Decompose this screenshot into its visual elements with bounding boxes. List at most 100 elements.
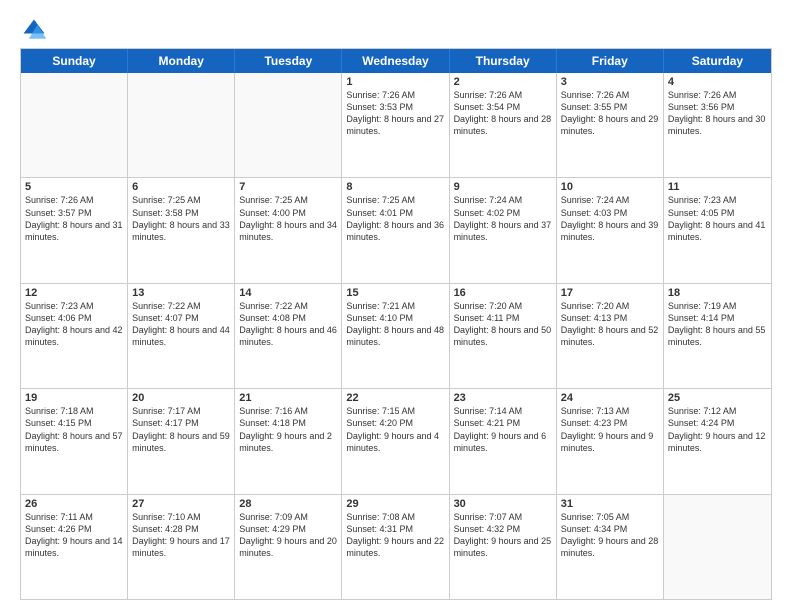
day-cell: 7Sunrise: 7:25 AM Sunset: 4:00 PM Daylig… (235, 178, 342, 282)
day-cell: 3Sunrise: 7:26 AM Sunset: 3:55 PM Daylig… (557, 73, 664, 177)
week-row-2: 12Sunrise: 7:23 AM Sunset: 4:06 PM Dayli… (21, 283, 771, 388)
day-number: 5 (25, 181, 123, 193)
day-number: 19 (25, 392, 123, 404)
day-cell: 14Sunrise: 7:22 AM Sunset: 4:08 PM Dayli… (235, 284, 342, 388)
day-header-friday: Friday (557, 49, 664, 73)
day-number: 9 (454, 181, 552, 193)
week-row-0: 1Sunrise: 7:26 AM Sunset: 3:53 PM Daylig… (21, 73, 771, 177)
day-cell: 4Sunrise: 7:26 AM Sunset: 3:56 PM Daylig… (664, 73, 771, 177)
page-header (20, 16, 772, 44)
day-number: 11 (668, 181, 767, 193)
day-cell (235, 73, 342, 177)
day-cell: 28Sunrise: 7:09 AM Sunset: 4:29 PM Dayli… (235, 495, 342, 599)
day-info: Sunrise: 7:22 AM Sunset: 4:08 PM Dayligh… (239, 300, 337, 349)
week-row-1: 5Sunrise: 7:26 AM Sunset: 3:57 PM Daylig… (21, 177, 771, 282)
logo (20, 16, 52, 44)
day-number: 20 (132, 392, 230, 404)
day-info: Sunrise: 7:16 AM Sunset: 4:18 PM Dayligh… (239, 405, 337, 454)
day-info: Sunrise: 7:20 AM Sunset: 4:13 PM Dayligh… (561, 300, 659, 349)
day-number: 27 (132, 498, 230, 510)
day-number: 6 (132, 181, 230, 193)
day-info: Sunrise: 7:24 AM Sunset: 4:03 PM Dayligh… (561, 194, 659, 243)
day-cell: 29Sunrise: 7:08 AM Sunset: 4:31 PM Dayli… (342, 495, 449, 599)
day-cell: 22Sunrise: 7:15 AM Sunset: 4:20 PM Dayli… (342, 389, 449, 493)
day-info: Sunrise: 7:10 AM Sunset: 4:28 PM Dayligh… (132, 511, 230, 560)
day-cell (128, 73, 235, 177)
day-header-saturday: Saturday (664, 49, 771, 73)
day-info: Sunrise: 7:17 AM Sunset: 4:17 PM Dayligh… (132, 405, 230, 454)
day-number: 1 (346, 76, 444, 88)
day-number: 4 (668, 76, 767, 88)
day-cell: 9Sunrise: 7:24 AM Sunset: 4:02 PM Daylig… (450, 178, 557, 282)
day-header-wednesday: Wednesday (342, 49, 449, 73)
day-cell: 17Sunrise: 7:20 AM Sunset: 4:13 PM Dayli… (557, 284, 664, 388)
day-header-thursday: Thursday (450, 49, 557, 73)
day-info: Sunrise: 7:19 AM Sunset: 4:14 PM Dayligh… (668, 300, 767, 349)
day-number: 31 (561, 498, 659, 510)
day-header-monday: Monday (128, 49, 235, 73)
day-number: 15 (346, 287, 444, 299)
day-info: Sunrise: 7:12 AM Sunset: 4:24 PM Dayligh… (668, 405, 767, 454)
day-cell (664, 495, 771, 599)
day-number: 13 (132, 287, 230, 299)
day-info: Sunrise: 7:26 AM Sunset: 3:57 PM Dayligh… (25, 194, 123, 243)
day-cell: 11Sunrise: 7:23 AM Sunset: 4:05 PM Dayli… (664, 178, 771, 282)
day-number: 2 (454, 76, 552, 88)
day-info: Sunrise: 7:25 AM Sunset: 3:58 PM Dayligh… (132, 194, 230, 243)
day-number: 29 (346, 498, 444, 510)
day-cell: 24Sunrise: 7:13 AM Sunset: 4:23 PM Dayli… (557, 389, 664, 493)
day-info: Sunrise: 7:25 AM Sunset: 4:01 PM Dayligh… (346, 194, 444, 243)
day-cell: 18Sunrise: 7:19 AM Sunset: 4:14 PM Dayli… (664, 284, 771, 388)
day-cell: 13Sunrise: 7:22 AM Sunset: 4:07 PM Dayli… (128, 284, 235, 388)
day-cell: 12Sunrise: 7:23 AM Sunset: 4:06 PM Dayli… (21, 284, 128, 388)
day-info: Sunrise: 7:14 AM Sunset: 4:21 PM Dayligh… (454, 405, 552, 454)
day-cell: 30Sunrise: 7:07 AM Sunset: 4:32 PM Dayli… (450, 495, 557, 599)
day-number: 28 (239, 498, 337, 510)
week-row-4: 26Sunrise: 7:11 AM Sunset: 4:26 PM Dayli… (21, 494, 771, 599)
day-cell (21, 73, 128, 177)
day-number: 3 (561, 76, 659, 88)
day-info: Sunrise: 7:24 AM Sunset: 4:02 PM Dayligh… (454, 194, 552, 243)
day-info: Sunrise: 7:15 AM Sunset: 4:20 PM Dayligh… (346, 405, 444, 454)
day-number: 21 (239, 392, 337, 404)
day-info: Sunrise: 7:26 AM Sunset: 3:53 PM Dayligh… (346, 89, 444, 138)
day-info: Sunrise: 7:26 AM Sunset: 3:54 PM Dayligh… (454, 89, 552, 138)
day-number: 26 (25, 498, 123, 510)
day-info: Sunrise: 7:07 AM Sunset: 4:32 PM Dayligh… (454, 511, 552, 560)
day-header-sunday: Sunday (21, 49, 128, 73)
day-number: 30 (454, 498, 552, 510)
day-number: 22 (346, 392, 444, 404)
day-headers: SundayMondayTuesdayWednesdayThursdayFrid… (21, 49, 771, 73)
day-number: 14 (239, 287, 337, 299)
day-number: 18 (668, 287, 767, 299)
day-info: Sunrise: 7:09 AM Sunset: 4:29 PM Dayligh… (239, 511, 337, 560)
day-info: Sunrise: 7:20 AM Sunset: 4:11 PM Dayligh… (454, 300, 552, 349)
day-cell: 10Sunrise: 7:24 AM Sunset: 4:03 PM Dayli… (557, 178, 664, 282)
calendar: SundayMondayTuesdayWednesdayThursdayFrid… (20, 48, 772, 600)
day-cell: 6Sunrise: 7:25 AM Sunset: 3:58 PM Daylig… (128, 178, 235, 282)
day-info: Sunrise: 7:23 AM Sunset: 4:06 PM Dayligh… (25, 300, 123, 349)
day-number: 8 (346, 181, 444, 193)
day-cell: 5Sunrise: 7:26 AM Sunset: 3:57 PM Daylig… (21, 178, 128, 282)
day-info: Sunrise: 7:05 AM Sunset: 4:34 PM Dayligh… (561, 511, 659, 560)
week-row-3: 19Sunrise: 7:18 AM Sunset: 4:15 PM Dayli… (21, 388, 771, 493)
day-number: 16 (454, 287, 552, 299)
day-cell: 27Sunrise: 7:10 AM Sunset: 4:28 PM Dayli… (128, 495, 235, 599)
day-cell: 25Sunrise: 7:12 AM Sunset: 4:24 PM Dayli… (664, 389, 771, 493)
day-info: Sunrise: 7:22 AM Sunset: 4:07 PM Dayligh… (132, 300, 230, 349)
day-header-tuesday: Tuesday (235, 49, 342, 73)
day-number: 10 (561, 181, 659, 193)
day-info: Sunrise: 7:26 AM Sunset: 3:56 PM Dayligh… (668, 89, 767, 138)
day-cell: 26Sunrise: 7:11 AM Sunset: 4:26 PM Dayli… (21, 495, 128, 599)
day-cell: 20Sunrise: 7:17 AM Sunset: 4:17 PM Dayli… (128, 389, 235, 493)
day-number: 23 (454, 392, 552, 404)
day-cell: 8Sunrise: 7:25 AM Sunset: 4:01 PM Daylig… (342, 178, 449, 282)
weeks-container: 1Sunrise: 7:26 AM Sunset: 3:53 PM Daylig… (21, 73, 771, 599)
day-info: Sunrise: 7:13 AM Sunset: 4:23 PM Dayligh… (561, 405, 659, 454)
day-cell: 19Sunrise: 7:18 AM Sunset: 4:15 PM Dayli… (21, 389, 128, 493)
day-number: 17 (561, 287, 659, 299)
day-number: 7 (239, 181, 337, 193)
day-info: Sunrise: 7:25 AM Sunset: 4:00 PM Dayligh… (239, 194, 337, 243)
day-number: 24 (561, 392, 659, 404)
day-cell: 16Sunrise: 7:20 AM Sunset: 4:11 PM Dayli… (450, 284, 557, 388)
